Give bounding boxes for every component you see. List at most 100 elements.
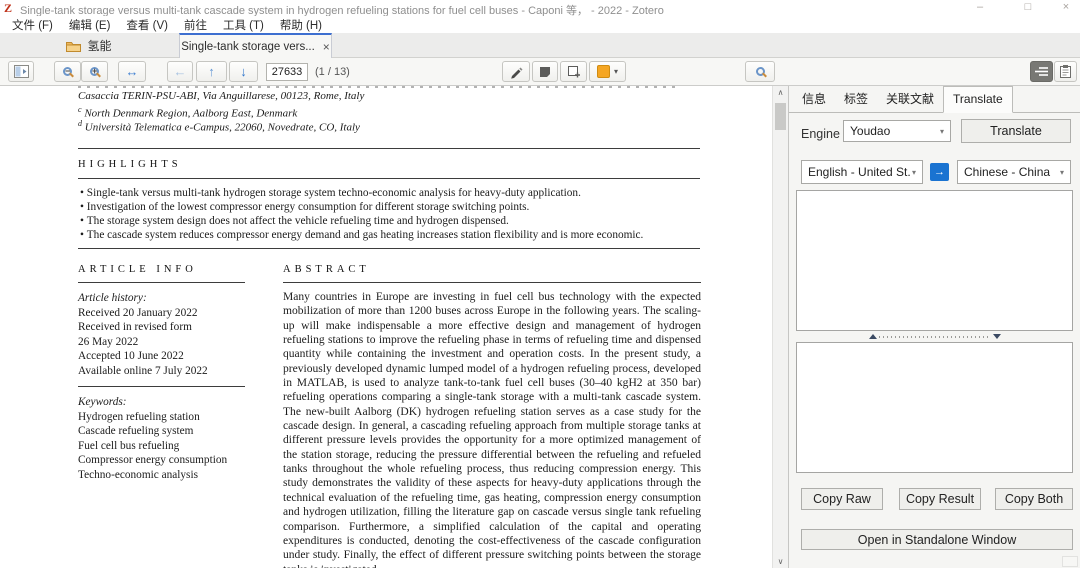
resize-grip[interactable] [1062, 556, 1078, 567]
tab-bar: 氢能 Single-tank storage vers... × [0, 33, 1080, 58]
library-tab-label: 氢能 [87, 37, 111, 54]
zotero-logo-icon: Z [4, 1, 12, 16]
chevron-down-icon: ▾ [614, 67, 618, 76]
keywords-label: Keywords: [78, 395, 127, 409]
minimize-button[interactable]: – [966, 0, 994, 15]
chevron-down-icon: ▾ [940, 127, 944, 136]
page-down-icon: ↓ [240, 64, 247, 79]
history-line: 26 May 2022 [78, 335, 138, 349]
highlight-item: The cascade system reduces compressor en… [80, 228, 704, 242]
clipboard-icon [1060, 65, 1071, 78]
divider [78, 386, 245, 387]
menu-help[interactable]: 帮助 (H) [272, 17, 330, 33]
menu-edit[interactable]: 编辑 (E) [61, 17, 119, 33]
zoom-out-button[interactable]: − [54, 61, 81, 82]
area-select-icon [567, 65, 581, 79]
main-area: Casaccia TERIN-PSU-ABI, Via Anguillarese… [0, 86, 1080, 568]
abstract-paragraph: Many countries in Europe are investing i… [283, 290, 701, 568]
chevron-down-icon: ▾ [912, 168, 916, 177]
page-up-icon: ↑ [208, 64, 215, 79]
zoom-in-button[interactable]: + [81, 61, 108, 82]
zotero-window: Z Single-tank storage versus multi-tank … [0, 0, 1080, 568]
toggle-sidebar-button[interactable] [8, 61, 34, 82]
lang-arrow-icon: → [934, 166, 945, 178]
history-line: Available online 7 July 2022 [78, 364, 208, 378]
view-notes-toggle[interactable] [1054, 61, 1077, 82]
close-window-button[interactable]: × [1052, 0, 1080, 15]
scrollbar-thumb[interactable] [775, 103, 786, 130]
splitter-grip-icon [879, 334, 991, 339]
zoom-out-icon: − [63, 67, 72, 76]
menu-bar: 文件 (F) 编辑 (E) 查看 (V) 前往 工具 (T) 帮助 (H) [0, 16, 1080, 33]
folder-icon [66, 40, 81, 52]
chevron-down-icon: ▾ [1060, 168, 1064, 177]
keyword-line: Cascade refueling system [78, 424, 193, 438]
back-arrow-icon: ← [174, 64, 187, 79]
sidebar-toggle-icon [14, 65, 29, 78]
abstract-heading: ABSTRACT [283, 264, 370, 275]
scroll-up-icon[interactable]: ∧ [773, 88, 788, 97]
tab-info[interactable]: 信息 [793, 85, 835, 113]
find-in-document-button[interactable] [745, 61, 775, 82]
zoom-in-icon: + [90, 67, 99, 76]
history-line: Accepted 10 June 2022 [78, 349, 184, 363]
previous-page-button[interactable]: ↑ [196, 61, 227, 82]
menu-file[interactable]: 文件 (F) [4, 17, 61, 33]
fit-width-icon: ↔ [126, 64, 139, 79]
menu-view[interactable]: 查看 (V) [118, 17, 176, 33]
annotation-color-button[interactable]: ▾ [589, 61, 626, 82]
swap-direction-button[interactable]: → [930, 163, 949, 181]
copy-both-button[interactable]: Copy Both [995, 488, 1073, 510]
target-language-select[interactable]: Chinese - China ▾ [957, 160, 1071, 184]
scroll-down-icon[interactable]: ∨ [773, 557, 788, 566]
tab-document[interactable]: Single-tank storage vers... × [179, 33, 332, 58]
engine-select[interactable]: Youdao ▾ [843, 120, 951, 142]
tab-translate[interactable]: Translate [943, 86, 1013, 113]
highlighter-icon [509, 65, 524, 79]
fit-width-button[interactable]: ↔ [118, 61, 146, 82]
translate-result-textarea[interactable] [796, 342, 1073, 473]
page-number-input[interactable] [266, 63, 308, 81]
copy-result-button[interactable]: Copy Result [899, 488, 981, 510]
open-standalone-window-button[interactable]: Open in Standalone Window [801, 529, 1073, 550]
history-line: Received 20 January 2022 [78, 306, 198, 320]
keyword-line: Compressor energy consumption [78, 453, 227, 467]
highlight-item: Investigation of the lowest compressor e… [80, 200, 704, 214]
annotation-list-icon [1035, 66, 1048, 77]
affiliation-line: d Università Telematica e-Campus, 22060,… [78, 117, 360, 135]
clipped-text-line [78, 86, 678, 88]
panel-splitter[interactable] [796, 332, 1073, 341]
divider [78, 148, 700, 149]
highlight-tool-button[interactable] [502, 61, 530, 82]
menu-tools[interactable]: 工具 (T) [215, 17, 272, 33]
keyword-line: Hydrogen refueling station [78, 410, 200, 424]
tab-library[interactable]: 氢能 [0, 33, 178, 58]
document-tab-label: Single-tank storage vers... [181, 41, 315, 53]
area-select-tool-button[interactable] [560, 61, 587, 82]
pdf-scrollbar[interactable]: ∧ ∨ [772, 86, 788, 568]
right-panel: 信息 标签 关联文献 Translate Engine Youdao ▾ Tra… [788, 86, 1080, 568]
affiliation-line: Casaccia TERIN-PSU-ABI, Via Anguillarese… [78, 89, 364, 103]
color-swatch-icon [597, 65, 610, 78]
source-language-select[interactable]: English - United St... ▾ [801, 160, 923, 184]
menu-go[interactable]: 前往 [176, 17, 215, 33]
view-annotations-toggle[interactable] [1030, 61, 1053, 82]
tab-related[interactable]: 关联文献 [877, 85, 943, 113]
next-page-button[interactable]: ↓ [229, 61, 258, 82]
keyword-line: Fuel cell bus refueling [78, 439, 179, 453]
search-icon [756, 67, 765, 76]
panel-tabs: 信息 标签 关联文献 Translate [789, 87, 1080, 113]
close-tab-icon[interactable]: × [323, 42, 330, 52]
translate-source-textarea[interactable] [796, 190, 1073, 331]
navigate-back-button[interactable]: ← [167, 61, 193, 82]
tab-tags[interactable]: 标签 [835, 85, 877, 113]
keyword-line: Techno-economic analysis [78, 468, 198, 482]
note-tool-button[interactable] [532, 61, 558, 82]
translate-button[interactable]: Translate [961, 119, 1071, 143]
maximize-button[interactable]: □ [1014, 0, 1042, 15]
copy-raw-button[interactable]: Copy Raw [801, 488, 883, 510]
history-line: Received in revised form [78, 320, 192, 334]
divider [78, 248, 700, 249]
divider [78, 282, 245, 283]
title-bar: Z Single-tank storage versus multi-tank … [0, 0, 1080, 16]
